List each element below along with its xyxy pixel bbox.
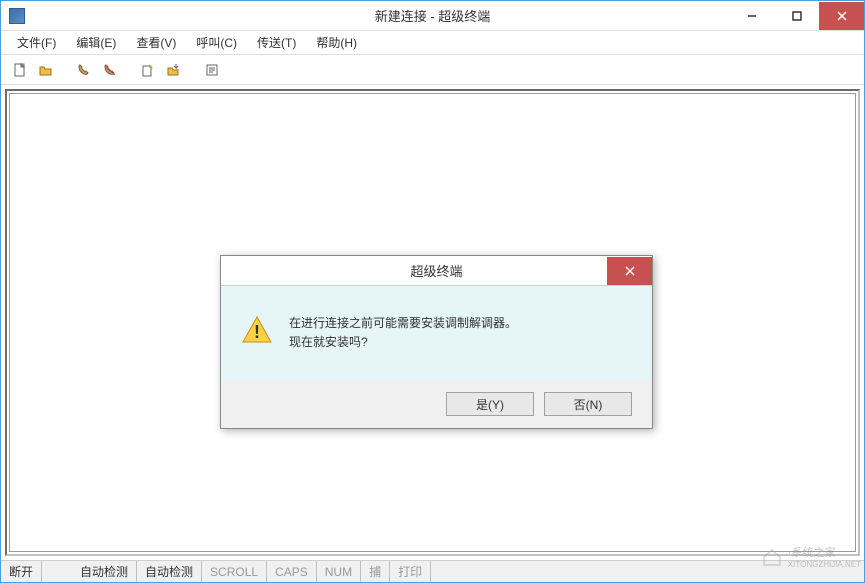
status-detect2: 自动检测 bbox=[137, 561, 202, 582]
menu-help[interactable]: 帮助(H) bbox=[308, 32, 365, 53]
statusbar: 断开 自动检测 自动检测 SCROLL CAPS NUM 捕 打印 bbox=[1, 560, 864, 582]
svg-text:!: ! bbox=[254, 322, 260, 342]
status-num: NUM bbox=[317, 561, 361, 582]
window-controls bbox=[729, 2, 864, 30]
dialog-message: 在进行连接之前可能需要安装调制解调器。 现在就安装吗? bbox=[289, 314, 517, 352]
call-button[interactable] bbox=[73, 59, 95, 81]
new-doc-icon bbox=[12, 62, 28, 78]
receive-button[interactable] bbox=[163, 59, 185, 81]
status-caps: CAPS bbox=[267, 561, 317, 582]
dialog-body: ! 在进行连接之前可能需要安装调制解调器。 现在就安装吗? bbox=[221, 286, 652, 380]
phone-hangup-icon bbox=[102, 62, 118, 78]
dialog-message-line1: 在进行连接之前可能需要安装调制解调器。 bbox=[289, 314, 517, 333]
status-scroll: SCROLL bbox=[202, 561, 267, 582]
maximize-button[interactable] bbox=[774, 2, 819, 30]
watermark-logo-icon bbox=[760, 545, 784, 569]
hangup-button[interactable] bbox=[99, 59, 121, 81]
open-button[interactable] bbox=[35, 59, 57, 81]
send-icon bbox=[140, 62, 156, 78]
dialog-titlebar: 超级终端 bbox=[221, 256, 652, 286]
dialog-title: 超级终端 bbox=[410, 261, 462, 280]
yes-button[interactable]: 是(Y) bbox=[446, 392, 534, 416]
watermark: ·系统之家 XITONGZHIJIA.NET bbox=[760, 544, 861, 569]
menu-file[interactable]: 文件(F) bbox=[9, 32, 64, 53]
new-button[interactable] bbox=[9, 59, 31, 81]
window-title: 新建连接 - 超级终端 bbox=[375, 6, 491, 25]
close-icon bbox=[625, 266, 635, 276]
dialog-message-line2: 现在就安装吗? bbox=[289, 333, 517, 352]
dialog-close-button[interactable] bbox=[607, 257, 652, 285]
warning-icon: ! bbox=[241, 314, 273, 349]
titlebar: 新建连接 - 超级终端 bbox=[1, 1, 864, 31]
menu-view[interactable]: 查看(V) bbox=[128, 32, 184, 53]
receive-icon bbox=[166, 62, 182, 78]
toolbar bbox=[1, 55, 864, 85]
status-detect1: 自动检测 bbox=[72, 561, 137, 582]
properties-button[interactable] bbox=[201, 59, 223, 81]
status-capture: 捕 bbox=[361, 561, 390, 582]
status-print: 打印 bbox=[390, 561, 431, 582]
menu-call[interactable]: 呼叫(C) bbox=[188, 32, 245, 53]
close-button[interactable] bbox=[819, 2, 864, 30]
send-button[interactable] bbox=[137, 59, 159, 81]
properties-icon bbox=[204, 62, 220, 78]
open-icon bbox=[38, 62, 54, 78]
phone-icon bbox=[76, 62, 92, 78]
maximize-icon bbox=[792, 11, 802, 21]
minimize-icon bbox=[747, 11, 757, 21]
minimize-button[interactable] bbox=[729, 2, 774, 30]
watermark-url: XITONGZHIJIA.NET bbox=[788, 560, 861, 569]
menubar: 文件(F) 编辑(E) 查看(V) 呼叫(C) 传送(T) 帮助(H) bbox=[1, 31, 864, 55]
dialog-buttons: 是(Y) 否(N) bbox=[221, 380, 652, 428]
content-area: 超级终端 ! 在进行连接之前可能需要安装调制解调器。 现在就安装吗? 是(Y) … bbox=[1, 85, 864, 560]
close-icon bbox=[837, 11, 847, 21]
main-window: 新建连接 - 超级终端 文件(F) 编辑(E) 查看(V) 呼叫(C) 传送(T… bbox=[0, 0, 865, 583]
menu-transfer[interactable]: 传送(T) bbox=[249, 32, 304, 53]
no-button[interactable]: 否(N) bbox=[544, 392, 632, 416]
menu-edit[interactable]: 编辑(E) bbox=[68, 32, 124, 53]
watermark-text: ·系统之家 bbox=[788, 544, 861, 560]
modal-dialog: 超级终端 ! 在进行连接之前可能需要安装调制解调器。 现在就安装吗? 是(Y) … bbox=[220, 255, 653, 429]
status-connection: 断开 bbox=[1, 561, 42, 582]
app-icon bbox=[9, 8, 25, 24]
